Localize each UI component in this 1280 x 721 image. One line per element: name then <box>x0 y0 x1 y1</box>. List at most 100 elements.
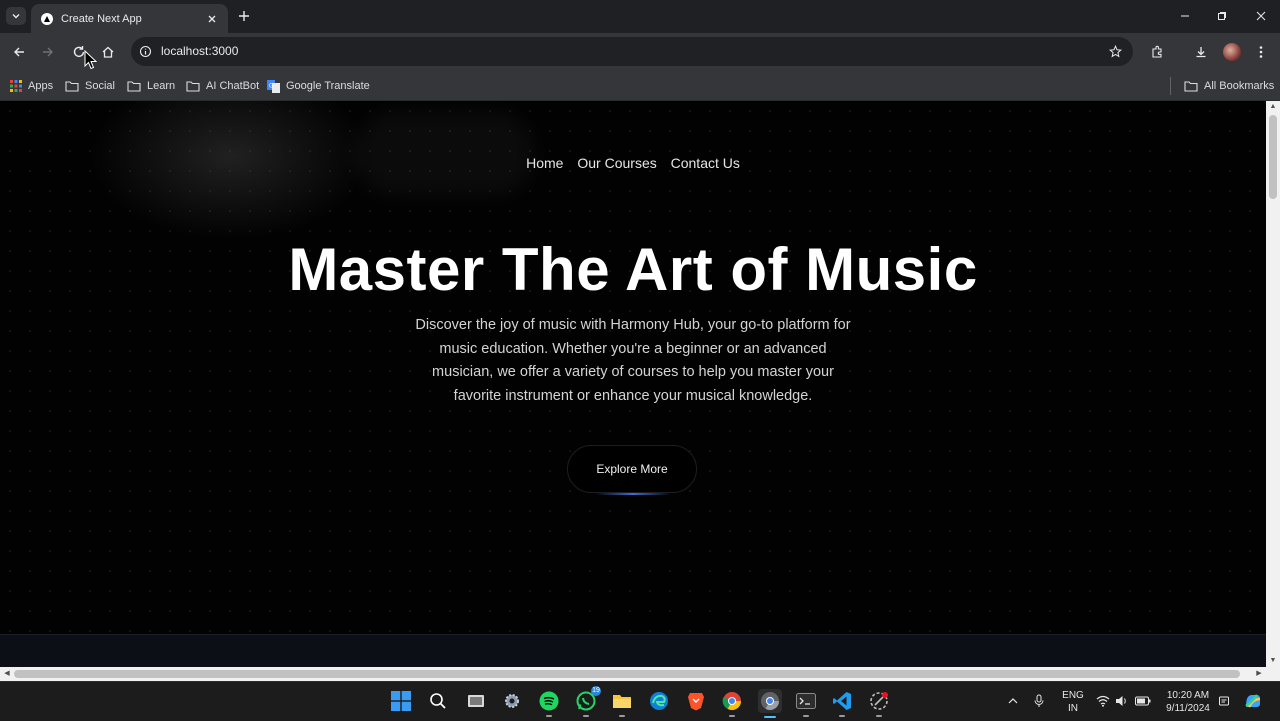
nav-link-home[interactable]: Home <box>526 155 563 171</box>
vertical-scroll-thumb[interactable] <box>1269 115 1277 199</box>
windows-start-icon[interactable] <box>390 690 412 712</box>
notification-bell-icon[interactable] <box>1216 690 1232 712</box>
search-icon[interactable] <box>427 690 449 712</box>
forward-arrow-icon[interactable] <box>39 43 57 61</box>
download-icon[interactable] <box>1192 43 1210 61</box>
brave-icon[interactable] <box>685 690 707 712</box>
bookmark-google-translate[interactable]: G Google Translate <box>267 76 370 96</box>
mouse-pointer-icon <box>84 50 98 70</box>
wifi-icon[interactable] <box>1094 690 1112 712</box>
running-indicator <box>876 715 882 717</box>
terminal-icon[interactable] <box>795 690 817 717</box>
copilot-icon[interactable] <box>1242 690 1264 712</box>
browser-tab[interactable]: Create Next App <box>31 4 228 33</box>
explore-more-button[interactable]: Explore More <box>567 445 697 493</box>
bookmarks-bar: Apps Social Learn AI ChatBot G Google Tr… <box>0 71 1280 101</box>
apps-grid-icon <box>10 80 22 92</box>
horizontal-scrollbar[interactable]: ◀ ▶ <box>0 667 1280 681</box>
nav-link-our-courses[interactable]: Our Courses <box>577 155 656 171</box>
chrome-dev-icon[interactable] <box>758 689 782 718</box>
bookmark-label: Google Translate <box>286 80 370 92</box>
clock-date: 9/11/2024 <box>1166 703 1210 714</box>
show-hidden-icons-chevron-icon[interactable] <box>1004 690 1022 712</box>
volume-icon[interactable] <box>1113 690 1131 712</box>
url-text: localhost:3000 <box>161 44 239 58</box>
edge-icon[interactable] <box>648 690 670 712</box>
folder-icon <box>1184 81 1198 92</box>
home-icon[interactable] <box>99 43 117 61</box>
whatsapp-icon[interactable]: 19 <box>575 686 601 717</box>
svg-text:G: G <box>269 83 274 89</box>
close-tab-icon[interactable] <box>204 11 220 27</box>
bookmark-star-icon[interactable] <box>1108 44 1123 59</box>
chevron-down-icon <box>12 14 20 19</box>
folder-icon <box>127 81 141 92</box>
nav-glow <box>355 111 535 196</box>
battery-icon[interactable] <box>1134 690 1152 712</box>
bookmark-label: AI ChatBot <box>206 80 260 92</box>
bookmark-folder-learn[interactable]: Learn <box>127 76 175 96</box>
scroll-down-arrow-icon[interactable]: ▼ <box>1269 657 1277 665</box>
vscode-icon[interactable] <box>831 690 853 717</box>
profile-avatar[interactable] <box>1223 43 1241 61</box>
bookmark-label: Learn <box>147 80 176 92</box>
bookmark-apps[interactable]: Apps <box>10 76 53 96</box>
running-indicator <box>583 715 589 717</box>
next-section-edge <box>0 634 1266 667</box>
page-viewport: Home Our Courses Contact Us Master The A… <box>0 101 1266 667</box>
chrome-icon[interactable] <box>721 690 743 717</box>
input-language-indicator[interactable]: ENG IN <box>1060 689 1086 715</box>
bookmark-label: Social <box>85 80 115 92</box>
hero-description: Discover the joy of music with Harmony H… <box>415 317 851 404</box>
all-bookmarks-label: All Bookmarks <box>1204 80 1275 92</box>
clock-time: 10:20 AM <box>1166 690 1210 701</box>
bookmark-label: Apps <box>28 80 54 92</box>
minimize-icon[interactable] <box>1176 8 1194 24</box>
running-indicator <box>619 715 625 717</box>
region-code: IN <box>1068 703 1078 714</box>
nextjs-favicon-icon <box>41 12 53 25</box>
spotify-icon[interactable] <box>538 690 560 717</box>
language-code: ENG <box>1062 690 1084 701</box>
google-translate-icon: G <box>267 79 280 93</box>
task-view-icon[interactable] <box>465 690 487 712</box>
address-bar[interactable]: localhost:3000 <box>131 37 1133 66</box>
hero-title: Master The Art of Music <box>288 236 978 303</box>
button-glow-underline <box>595 493 671 495</box>
running-indicator <box>729 715 735 717</box>
running-indicator <box>803 715 809 717</box>
running-indicator <box>839 715 845 717</box>
notification-badge: 19 <box>591 686 601 696</box>
site-info-icon[interactable] <box>138 44 153 59</box>
microphone-icon[interactable] <box>1030 690 1048 712</box>
menu-kebab-icon[interactable] <box>1252 43 1270 61</box>
scroll-right-arrow-icon[interactable]: ▶ <box>1255 670 1263 678</box>
clock[interactable]: 10:20 AM 9/11/2024 <box>1160 689 1216 715</box>
main-nav: Home Our Courses Contact Us <box>0 155 1266 171</box>
bookmark-folder-ai-chatbot[interactable]: AI ChatBot <box>186 76 259 96</box>
windows-taskbar: 19 ENG IN 10:20 AM 9/11/2024 <box>0 681 1280 721</box>
running-indicator <box>546 715 552 717</box>
restore-icon[interactable] <box>1213 8 1231 24</box>
settings-icon[interactable] <box>501 690 523 712</box>
new-tab-plus-icon[interactable] <box>236 8 252 24</box>
folder-icon <box>65 81 79 92</box>
all-bookmarks-button[interactable]: All Bookmarks <box>1184 76 1274 96</box>
tab-strip: Create Next App <box>0 0 1280 33</box>
scroll-up-arrow-icon[interactable]: ▲ <box>1269 103 1277 111</box>
close-window-icon[interactable] <box>1252 8 1270 24</box>
tab-search-button[interactable] <box>6 7 26 25</box>
tab-title: Create Next App <box>61 12 142 25</box>
file-explorer-icon[interactable] <box>611 690 633 717</box>
extensions-puzzle-icon[interactable] <box>1148 43 1166 61</box>
bookmark-folder-social[interactable]: Social <box>65 76 115 96</box>
back-arrow-icon[interactable] <box>10 43 28 61</box>
horizontal-scroll-thumb[interactable] <box>14 670 1240 678</box>
nav-link-contact-us[interactable]: Contact Us <box>671 155 740 171</box>
folder-icon <box>186 81 200 92</box>
active-indicator <box>764 716 776 718</box>
bookmarks-divider <box>1170 77 1171 95</box>
scroll-left-arrow-icon[interactable]: ◀ <box>3 670 11 678</box>
snipping-tool-icon[interactable] <box>868 690 890 717</box>
vertical-scrollbar[interactable]: ▲ ▼ <box>1266 101 1280 667</box>
